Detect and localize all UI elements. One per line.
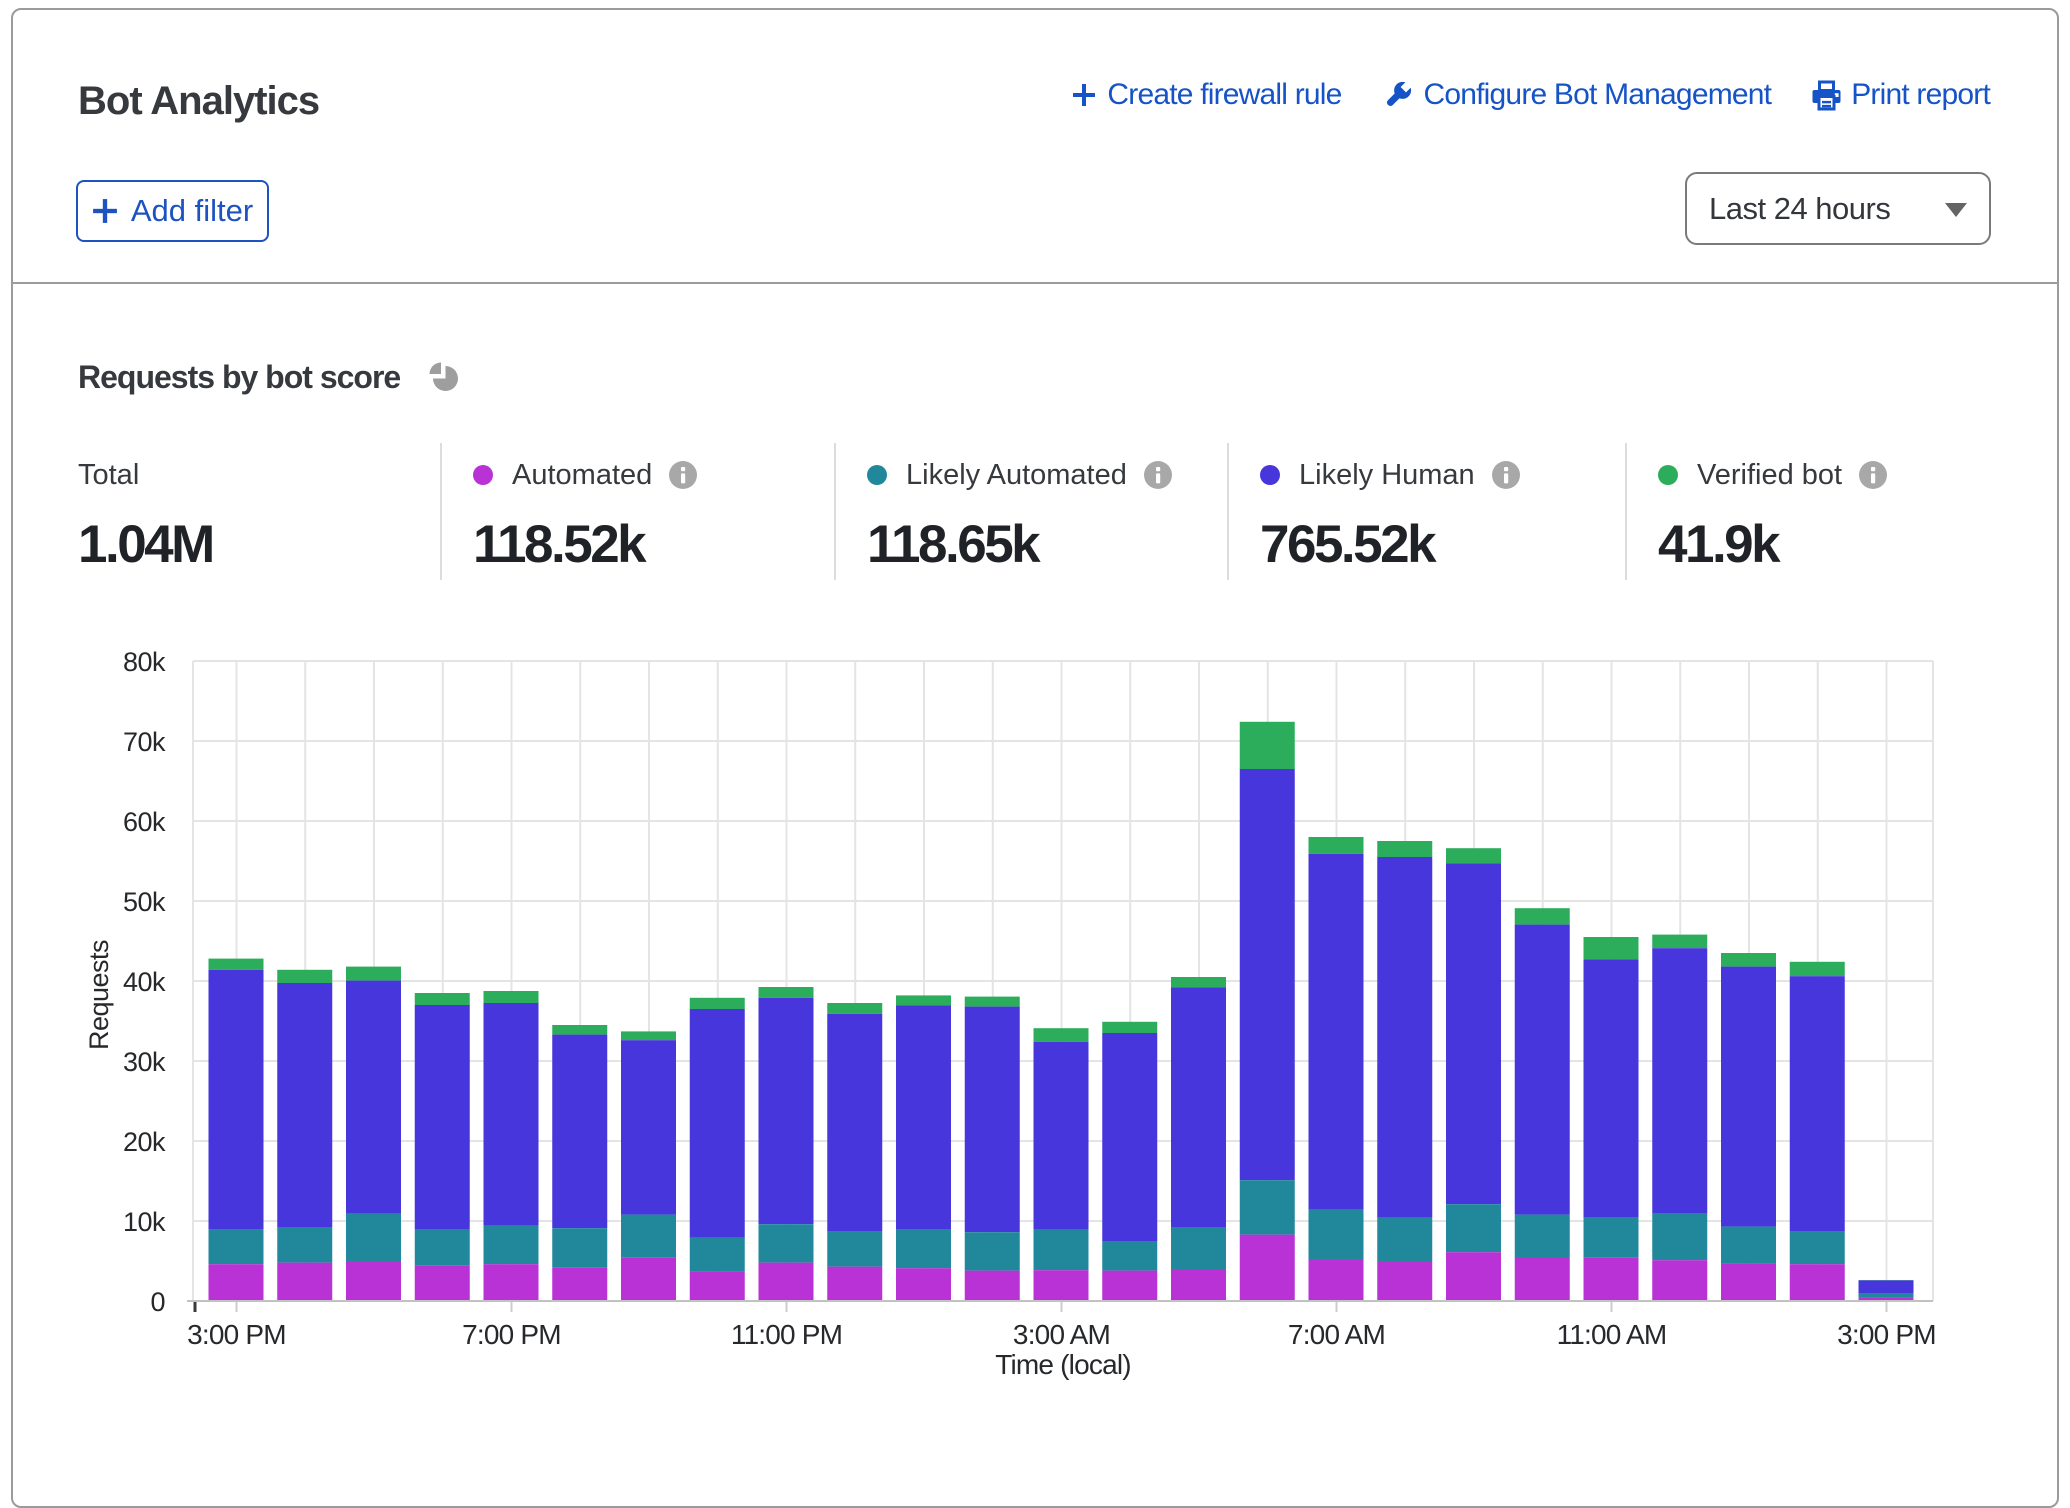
svg-text:70k: 70k — [123, 727, 166, 757]
svg-text:3:00 PM: 3:00 PM — [1837, 1319, 1936, 1350]
svg-text:3:00 PM: 3:00 PM — [187, 1319, 286, 1350]
svg-text:7:00 PM: 7:00 PM — [462, 1319, 561, 1350]
svg-text:20k: 20k — [123, 1127, 166, 1157]
svg-text:50k: 50k — [123, 887, 166, 917]
svg-text:10k: 10k — [123, 1207, 166, 1237]
svg-text:80k: 80k — [123, 647, 166, 677]
svg-text:40k: 40k — [123, 967, 166, 997]
svg-text:11:00 AM: 11:00 AM — [1557, 1319, 1667, 1350]
svg-text:Time (local): Time (local) — [995, 1349, 1131, 1380]
svg-text:0: 0 — [150, 1287, 165, 1317]
svg-text:3:00 AM: 3:00 AM — [1013, 1319, 1110, 1350]
svg-text:60k: 60k — [123, 807, 166, 837]
svg-text:7:00 AM: 7:00 AM — [1288, 1319, 1385, 1350]
svg-text:30k: 30k — [123, 1047, 166, 1077]
svg-text:11:00 PM: 11:00 PM — [731, 1319, 842, 1350]
svg-text:Requests: Requests — [84, 940, 114, 1050]
